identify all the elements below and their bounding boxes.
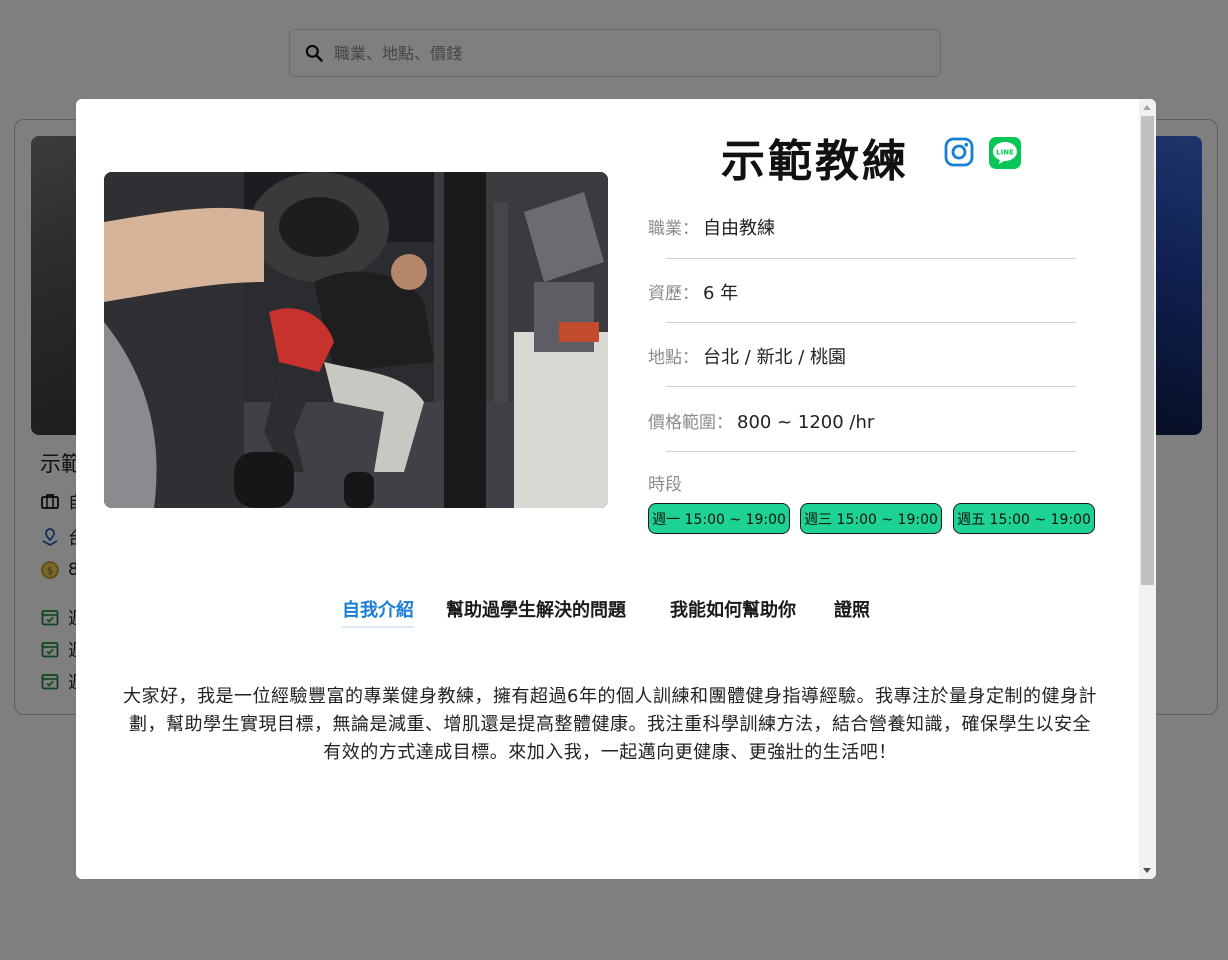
job-value: 自由教練 [703, 218, 775, 239]
time-slot-fri[interactable]: 週五 15:00 ~ 19:00 [953, 503, 1095, 534]
price-value: 800 ~ 1200 /hr [737, 412, 875, 433]
coach-detail-modal: 示範教練 LINE 職業： 自由教練 資歷： 6 年 地點： 台北 / 新北 /… [76, 99, 1156, 879]
divider [666, 322, 1076, 323]
location-value: 台北 / 新北 / 桃園 [703, 347, 847, 368]
scroll-down-arrow[interactable] [1143, 868, 1151, 873]
price-field: 價格範圍： 800 ~ 1200 /hr [648, 408, 874, 433]
time-slot-wed[interactable]: 週三 15:00 ~ 19:00 [800, 503, 942, 534]
job-label: 職業： [648, 219, 699, 239]
instagram-icon[interactable] [944, 137, 974, 167]
location-field: 地點： 台北 / 新北 / 桃園 [648, 343, 846, 369]
experience-field: 資歷： 6 年 [648, 279, 738, 305]
divider [666, 258, 1076, 259]
tab-problems-solved[interactable]: 幫助過學生解決的問題 [446, 596, 626, 622]
price-label: 價格範圍： [648, 413, 733, 433]
tab-self-intro[interactable]: 自我介紹 [342, 596, 414, 628]
schedule-label: 時段 [648, 475, 682, 495]
experience-value: 6 年 [703, 283, 739, 304]
divider [666, 386, 1076, 387]
tab-how-i-help[interactable]: 我能如何幫助你 [670, 596, 796, 622]
scroll-thumb[interactable] [1141, 116, 1154, 585]
line-icon[interactable]: LINE [989, 137, 1021, 169]
time-slot-mon[interactable]: 週一 15:00 ~ 19:00 [648, 503, 790, 534]
schedule-field: 時段 [648, 470, 682, 495]
modal-scrollbar[interactable] [1139, 99, 1156, 879]
scroll-up-arrow[interactable] [1143, 105, 1151, 110]
divider [666, 451, 1076, 452]
line-icon-label: LINE [996, 149, 1014, 157]
coach-photo [104, 172, 608, 508]
tab-certificates[interactable]: 證照 [834, 596, 870, 622]
job-field: 職業： 自由教練 [648, 214, 775, 240]
self-intro-text: 大家好，我是一位經驗豐富的專業健身教練，擁有超過6年的個人訓練和團體健身指導經驗… [123, 686, 1097, 763]
experience-label: 資歷： [648, 284, 699, 304]
gym-squat-photo [104, 172, 608, 508]
location-label: 地點： [648, 348, 699, 368]
coach-name-title: 示範教練 [721, 136, 909, 187]
